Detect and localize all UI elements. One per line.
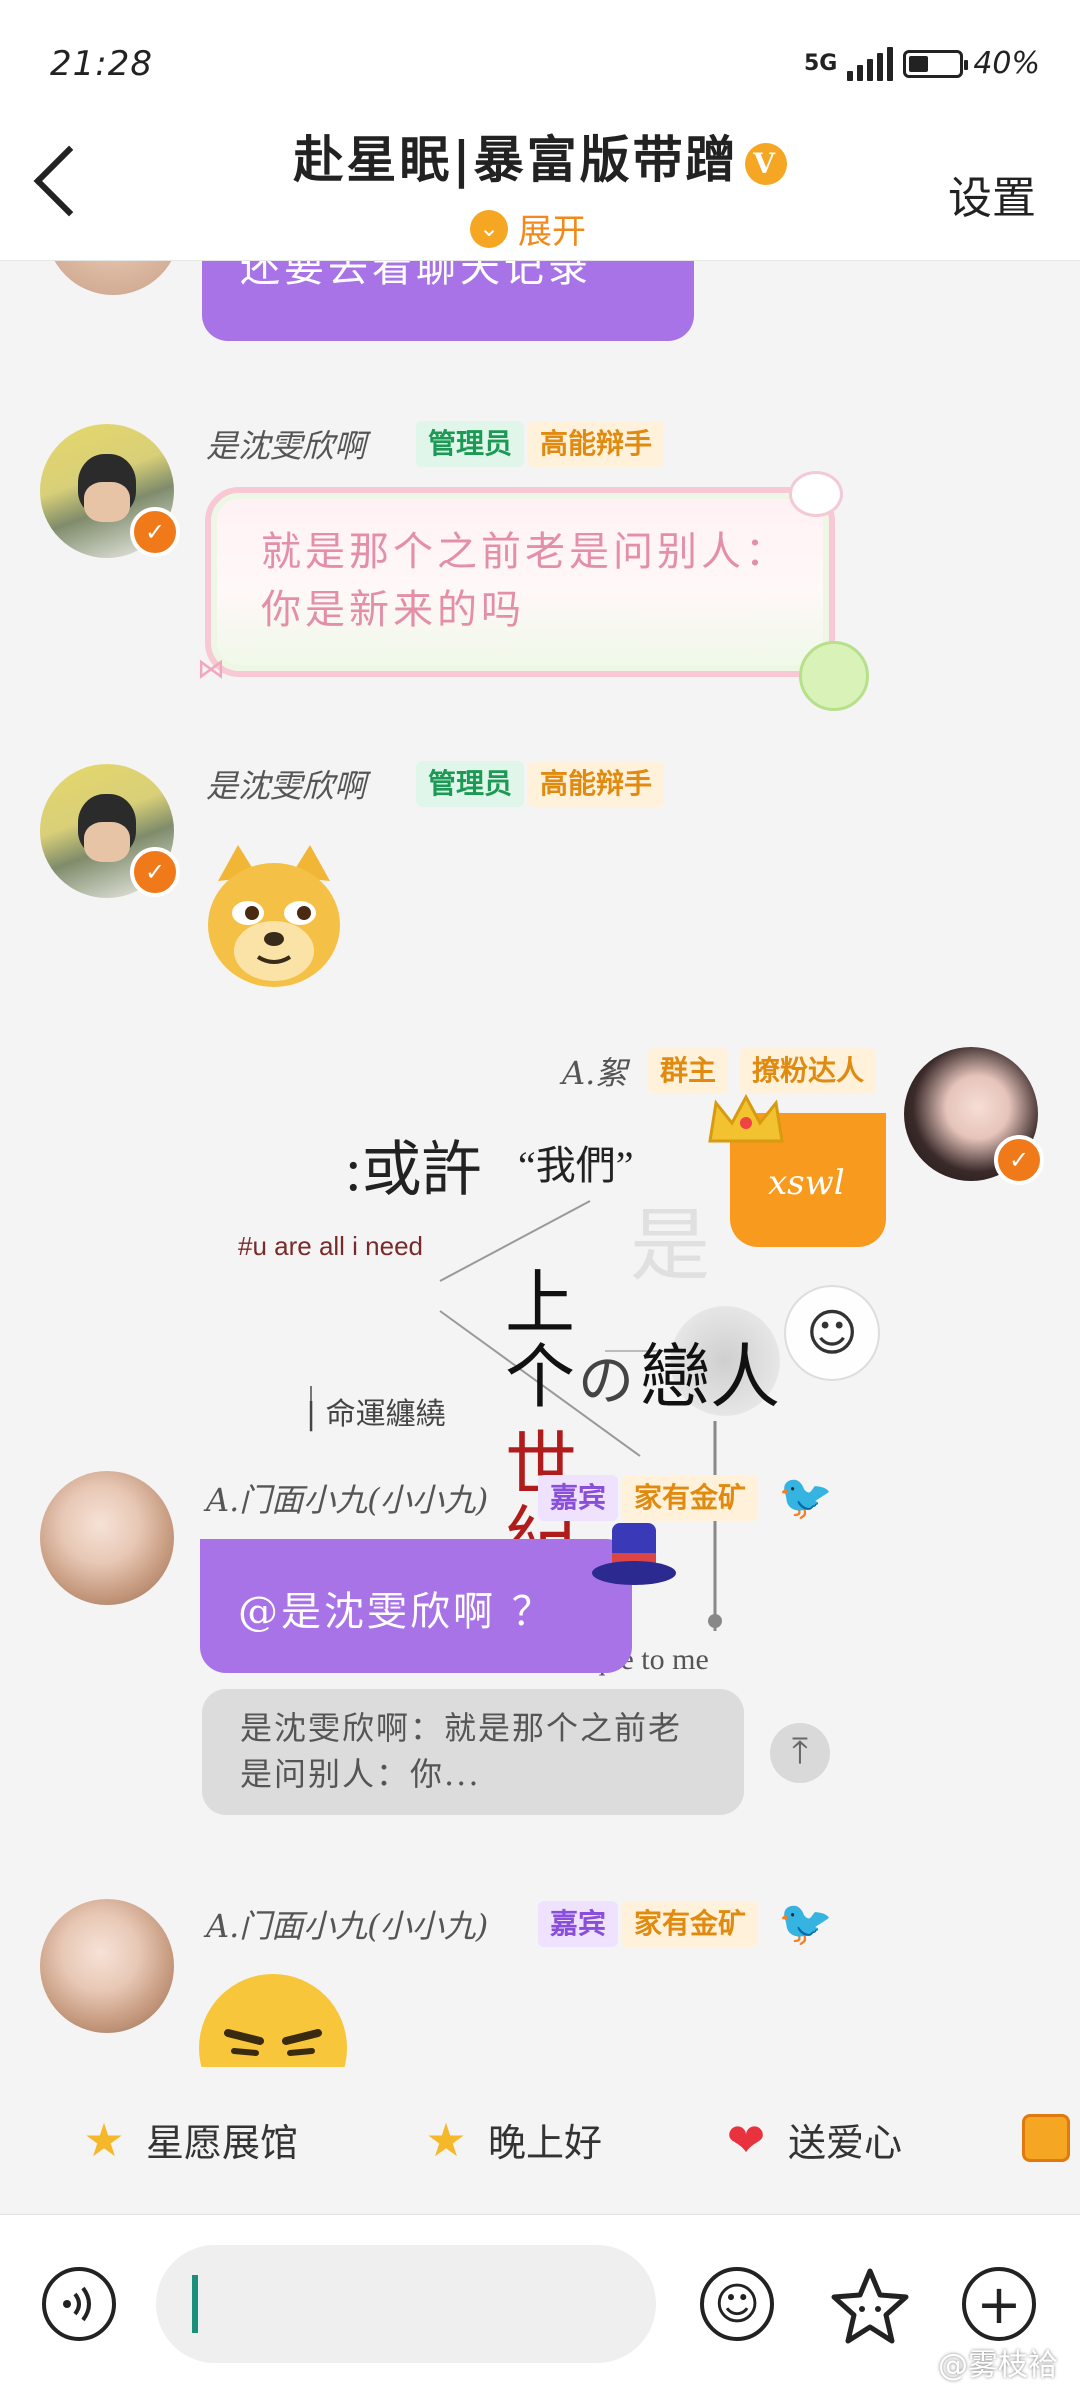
- verified-icon: ✓: [130, 507, 180, 557]
- art-no: の: [578, 1349, 634, 1414]
- quoted-text: 是沈雯欣啊：就是那个之前老是问别人：你...: [240, 1709, 683, 1793]
- art-or: :或許: [345, 1137, 482, 1203]
- art-big-last: 上个: [505, 1262, 575, 1418]
- message-bubble[interactable]: @是沈雯欣啊 ？: [200, 1539, 632, 1673]
- art-fate: | 命運纏繞: [306, 1397, 446, 1432]
- tag-gold-mine: 家有金矿: [622, 1901, 759, 1947]
- doge-face-icon[interactable]: [204, 841, 344, 991]
- art-big-is: 是: [630, 1203, 710, 1291]
- tag-debater: 高能辩手: [528, 421, 665, 467]
- settings-button[interactable]: 设置: [948, 162, 1036, 226]
- bow-icon: ⋈: [197, 652, 225, 685]
- group-title-text: 赴星眠|暴富版带蹭: [293, 130, 739, 189]
- tag-admin: 管理员: [416, 761, 525, 807]
- tag-fan-expert: 撩粉达人: [740, 1048, 877, 1094]
- quick-reply-label: 送爱心: [788, 2121, 903, 2165]
- avatar-xiaojiu[interactable]: [40, 1899, 174, 2033]
- tag-debater: 高能辩手: [528, 761, 665, 807]
- verified-icon: ✓: [130, 847, 180, 897]
- smiling-star-icon: ★: [425, 2112, 467, 2167]
- art-lovers: 戀人: [640, 1336, 780, 1418]
- message-text: xswl: [768, 1163, 845, 1203]
- expand-label: 展开: [518, 212, 586, 252]
- sender-name: 是沈雯欣啊: [206, 767, 367, 805]
- crown-icon: [706, 1093, 786, 1145]
- star-icon: ★: [83, 2112, 125, 2167]
- art-hashtag: #u are all i need: [238, 1231, 424, 1261]
- network-label: 5G: [803, 51, 838, 76]
- status-bar: 21:28 5G 40%: [0, 0, 1080, 110]
- battery-icon: [903, 49, 969, 78]
- verified-badge-icon: V: [744, 143, 787, 185]
- quick-reply-label: 晚上好: [488, 2121, 603, 2165]
- quick-reply-star-gallery[interactable]: ★ 星愿展馆: [78, 2112, 298, 2167]
- cloud-sticker-icon: [789, 471, 843, 517]
- art-text-or: :或許: [345, 1121, 482, 1208]
- top-hat-icon: [590, 1515, 678, 1587]
- sender-name: A.门面小九(小小九): [206, 1481, 489, 1519]
- chat-message-list[interactable]: :或許 “我們” #u are all i need 是 上个 世 紀 の 戀人…: [0, 261, 1080, 2067]
- tag-guest: 嘉宾: [538, 1901, 619, 1947]
- message-bubble-decorated[interactable]: 就是那个之前老是问别人：你是新来的吗 ⋈: [197, 471, 869, 711]
- bird-icon: 🐦: [778, 1898, 833, 1949]
- message-text: 还要去看聊天记录: [240, 261, 592, 291]
- art-text-we: “我們”: [518, 1143, 634, 1188]
- sender-name: A.门面小九(小小九): [206, 1907, 489, 1945]
- sender-name: 是沈雯欣啊: [206, 427, 367, 465]
- calendar-icon[interactable]: [1022, 2114, 1070, 2162]
- group-title: 赴星眠|暴富版带蹭 V: [0, 120, 1080, 192]
- voice-input-icon[interactable]: [42, 2267, 116, 2341]
- message-text: @是沈雯欣啊 ？: [238, 1589, 555, 1635]
- message-text: 就是那个之前老是问别人：你是新来的吗: [261, 529, 789, 633]
- quick-reply-good-evening[interactable]: ★ 晚上好: [420, 2112, 602, 2167]
- emoji-icon[interactable]: ☺: [700, 2267, 774, 2341]
- input-bar: ☺ +: [0, 2214, 1080, 2387]
- avatar-xiaojiu[interactable]: [40, 1471, 174, 1605]
- bird-icon: 🐦: [778, 1472, 833, 1523]
- sticker-star-icon[interactable]: [830, 2267, 910, 2345]
- avatar-partial[interactable]: [46, 261, 180, 295]
- heart-icon: ❤: [726, 2112, 766, 2167]
- signal-icon: [847, 46, 894, 81]
- sender-name: A.絮: [562, 1054, 628, 1092]
- message-bubble[interactable]: 还要去看聊天记录: [202, 261, 694, 341]
- chevron-down-icon: ⌄: [470, 209, 508, 248]
- add-more-icon[interactable]: +: [962, 2267, 1036, 2341]
- art-halftone-dot: [670, 1306, 780, 1416]
- quick-reply-bar: ★ 星愿展馆 ★ 晚上好 ❤ 送爱心: [0, 2070, 1080, 2210]
- status-time: 21:28: [50, 44, 153, 84]
- chat-header: 赴星眠|暴富版带蹭 V ⌄ 展开 设置: [0, 110, 1080, 261]
- tag-admin: 管理员: [416, 421, 525, 467]
- quick-reply-label: 星愿展馆: [146, 2121, 299, 2165]
- verified-icon: ✓: [994, 1135, 1044, 1185]
- expand-button[interactable]: ⌄ 展开: [470, 204, 586, 253]
- battery-percent: 40%: [973, 46, 1040, 81]
- smirk-face-icon[interactable]: [198, 1973, 348, 2067]
- watermark: @雾枝袷: [938, 2348, 1058, 2383]
- tag-group-owner: 群主: [648, 1048, 729, 1094]
- scroll-to-top-icon[interactable]: ⤒: [770, 1723, 830, 1783]
- status-indicators: 5G 40%: [804, 46, 1040, 81]
- add-sticker-icon[interactable]: ☺: [784, 1285, 880, 1381]
- quick-reply-send-heart[interactable]: ❤ 送爱心: [720, 2112, 902, 2167]
- text-cursor: [192, 2275, 198, 2333]
- flower-sticker-icon: [799, 641, 869, 711]
- quoted-message[interactable]: 是沈雯欣啊：就是那个之前老是问别人：你...: [202, 1689, 744, 1815]
- message-input[interactable]: [156, 2245, 656, 2363]
